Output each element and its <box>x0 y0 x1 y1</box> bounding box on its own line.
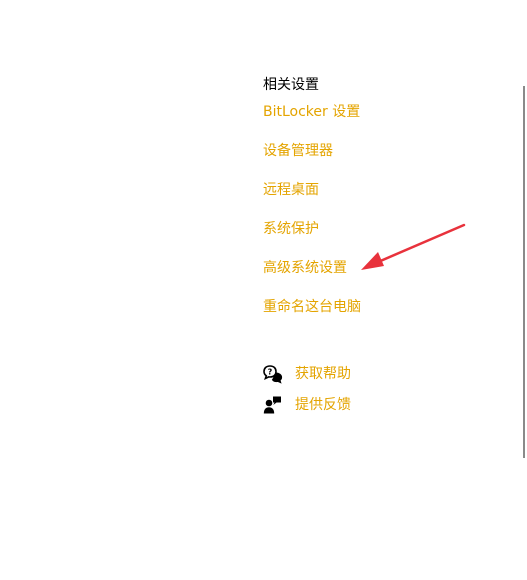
annotation-arrow-icon <box>361 223 466 270</box>
feedback-label: 提供反馈 <box>295 397 351 413</box>
device-manager-link[interactable]: 设备管理器 <box>263 141 333 161</box>
get-help-row[interactable]: ? 获取帮助 <box>263 363 351 385</box>
svg-text:?: ? <box>268 368 273 377</box>
related-settings-panel: 相关设置 BitLocker 设置 设备管理器 远程桌面 系统保护 高级系统设置… <box>263 75 503 414</box>
system-protection-link[interactable]: 系统保护 <box>263 219 319 239</box>
chat-help-icon: ? <box>263 364 283 384</box>
get-help-label: 获取帮助 <box>295 366 351 382</box>
remote-desktop-link[interactable]: 远程桌面 <box>263 180 319 200</box>
bitlocker-settings-link[interactable]: BitLocker 设置 <box>263 102 360 122</box>
feedback-person-icon <box>263 395 283 415</box>
feedback-row[interactable]: 提供反馈 <box>263 394 351 416</box>
vertical-scrollbar[interactable] <box>523 86 525 458</box>
advanced-system-settings-link[interactable]: 高级系统设置 <box>263 258 347 278</box>
rename-this-pc-link[interactable]: 重命名这台电脑 <box>263 297 361 317</box>
related-settings-title: 相关设置 <box>263 77 319 93</box>
